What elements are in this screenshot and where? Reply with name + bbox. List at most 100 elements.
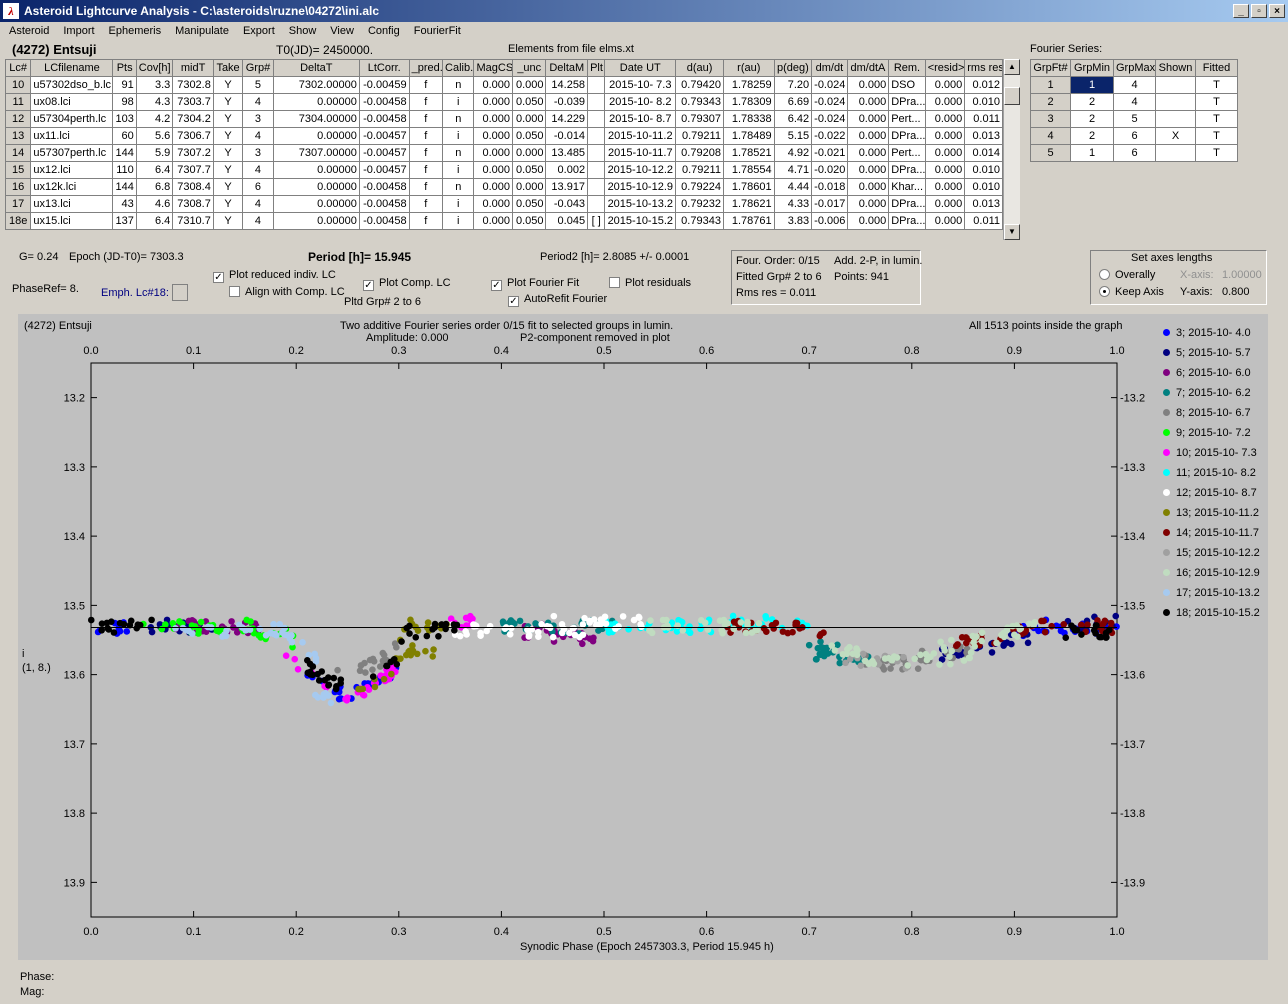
legend-item: 9; 2015-10- 7.2	[1163, 427, 1251, 439]
data-point	[412, 634, 420, 641]
data-point	[447, 615, 455, 623]
data-point	[971, 643, 978, 650]
data-point	[422, 647, 429, 655]
data-point	[966, 654, 974, 662]
data-point	[648, 629, 656, 637]
lightcurve-chart[interactable]: 0.0 0.0 0.1 0.1 0.2 0.2 0.3 0.3 0.4 0.4 0.5 0.5 0.6 0…	[0, 0, 1288, 1004]
y-tick-label-right: -13.9	[1120, 877, 1145, 889]
x-tick-label-top: 0.4	[494, 345, 509, 357]
legend-label: 5; 2015-10- 5.7	[1176, 347, 1251, 359]
legend-label: 11; 2015-10- 8.2	[1176, 467, 1256, 479]
data-point	[937, 638, 944, 646]
data-point	[760, 625, 768, 632]
data-point	[1024, 639, 1032, 647]
x-tick-label: 0.3	[391, 926, 406, 938]
legend-item: 7; 2015-10- 6.2	[1163, 387, 1251, 399]
data-point	[1097, 633, 1105, 641]
data-point	[948, 647, 956, 655]
data-point	[940, 644, 948, 651]
data-point	[1060, 621, 1068, 628]
legend-marker-icon	[1163, 349, 1170, 356]
data-point	[306, 660, 314, 668]
legend-item: 5; 2015-10- 5.7	[1163, 347, 1251, 359]
data-point	[900, 653, 907, 661]
legend-marker-icon	[1163, 549, 1170, 556]
data-point	[1107, 619, 1115, 627]
data-point	[730, 618, 738, 626]
data-point	[1035, 627, 1042, 635]
data-point	[679, 627, 687, 634]
legend-marker-icon	[1163, 489, 1170, 496]
data-point	[697, 616, 705, 624]
y-tick-label: 13.4	[64, 531, 85, 543]
data-point	[546, 623, 553, 631]
data-point	[110, 629, 118, 636]
data-point	[356, 667, 364, 675]
data-point	[673, 628, 681, 635]
y-tick-label-right: -13.3	[1120, 462, 1145, 474]
legend-item: 18; 2015-10-15.2	[1163, 607, 1260, 619]
data-point	[380, 675, 388, 683]
y-tick-label: 13.6	[64, 670, 85, 682]
data-point	[637, 621, 644, 628]
data-point	[123, 628, 131, 635]
x-tick-label-top: 0.9	[1007, 345, 1022, 357]
data-point	[116, 627, 124, 635]
legend-label: 10; 2015-10- 7.3	[1176, 447, 1257, 459]
y-tick-label-right: -13.5	[1120, 600, 1145, 612]
data-point	[423, 632, 431, 640]
data-point	[793, 619, 801, 627]
data-point	[407, 616, 414, 624]
y-tick-label: 13.7	[64, 739, 85, 751]
legend-marker-icon	[1163, 509, 1170, 516]
data-point	[576, 633, 583, 641]
data-point	[881, 655, 889, 662]
legend-marker-icon	[1163, 369, 1170, 376]
data-point	[369, 673, 377, 680]
data-point	[388, 670, 395, 678]
data-point	[369, 666, 376, 673]
y-tick-label-right: -13.2	[1120, 393, 1145, 405]
data-point	[590, 634, 597, 642]
data-point	[1112, 612, 1120, 620]
data-point	[325, 692, 332, 699]
data-point	[195, 630, 202, 637]
data-point	[598, 617, 606, 625]
x-tick-label-top: 0.1	[186, 345, 201, 357]
x-tick-label-top: 0.8	[904, 345, 919, 357]
data-point	[393, 661, 401, 668]
data-point	[834, 641, 841, 649]
data-point	[816, 650, 824, 658]
legend-label: 16; 2015-10-12.9	[1176, 567, 1260, 579]
data-point	[270, 630, 278, 638]
data-point	[814, 644, 822, 652]
data-point	[619, 613, 627, 620]
data-point	[483, 627, 490, 635]
data-point	[946, 653, 953, 660]
data-point	[462, 627, 469, 635]
data-point	[870, 660, 878, 668]
data-point	[134, 621, 142, 628]
data-point	[988, 649, 996, 656]
x-tick-label-top: 0.7	[802, 345, 817, 357]
data-point	[1038, 617, 1045, 625]
legend-item: 13; 2015-10-11.2	[1163, 507, 1259, 519]
data-point	[772, 619, 780, 627]
legend-item: 8; 2015-10- 6.7	[1163, 407, 1251, 419]
data-point	[172, 624, 179, 632]
data-point	[820, 629, 827, 636]
data-point	[842, 659, 849, 667]
data-point	[805, 641, 813, 649]
legend-marker-icon	[1163, 569, 1170, 576]
x-tick-label: 0.5	[596, 926, 611, 938]
legend-label: 14; 2015-10-11.7	[1176, 527, 1259, 539]
y-tick-label: 13.3	[64, 462, 85, 474]
data-point	[376, 663, 384, 670]
data-point	[1084, 621, 1091, 629]
legend-marker-icon	[1163, 329, 1170, 336]
data-point	[936, 661, 943, 668]
data-point	[742, 629, 750, 637]
data-point	[973, 633, 980, 640]
data-point	[729, 612, 737, 620]
legend-item: 10; 2015-10- 7.3	[1163, 447, 1257, 459]
